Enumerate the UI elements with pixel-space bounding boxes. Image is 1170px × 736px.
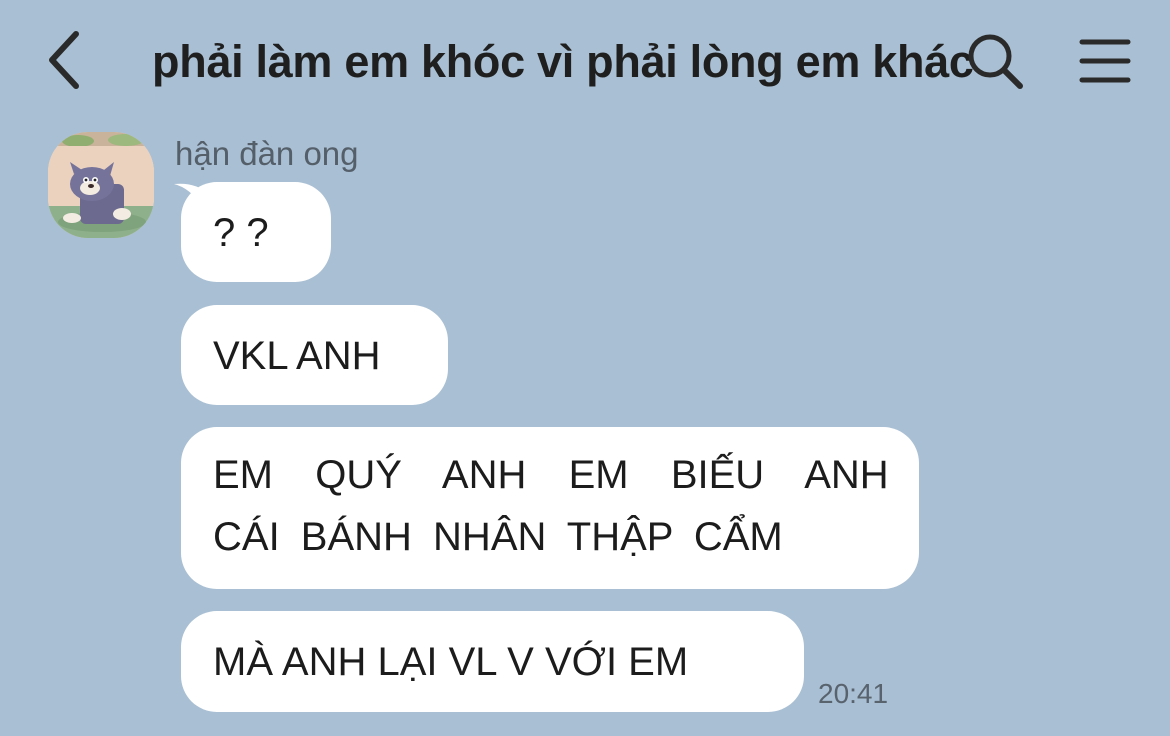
sender-name: hận đàn ong (175, 135, 359, 172)
message-timestamp: 20:41 (818, 678, 889, 709)
menu-button[interactable] (1074, 34, 1136, 90)
chat-title: phải làm em khóc vì phải lòng em khác (152, 36, 974, 87)
message-bubble[interactable]: VKL ANH (181, 305, 448, 405)
avatar[interactable] (48, 132, 154, 238)
chevron-left-icon (49, 31, 79, 89)
hamburger-menu-icon (1079, 39, 1131, 83)
back-button[interactable] (36, 26, 96, 94)
message-text: MÀ ANH LẠI VL V VỚI EM (213, 640, 689, 684)
message-bubble[interactable]: MÀ ANH LẠI VL V VỚI EM (181, 611, 804, 712)
message-text-line: EM QUÝ ANH EM BIẾU ANH (213, 453, 889, 497)
search-button[interactable] (962, 30, 1030, 92)
chat-header: phải làm em khóc vì phải lòng em khác (0, 0, 1170, 120)
search-icon (968, 34, 1023, 89)
message-text: ? ? (213, 211, 269, 255)
message-bubble[interactable]: ? ? (181, 182, 331, 282)
message-text: VKL ANH (213, 334, 381, 378)
message-bubble[interactable]: EM QUÝ ANH EM BIẾU ANH CÁI BÁNH NHÂN THẬ… (181, 427, 919, 589)
cat-avatar-icon (48, 132, 154, 238)
message-text-line: CÁI BÁNH NHÂN THẬP CẨM (213, 515, 783, 559)
